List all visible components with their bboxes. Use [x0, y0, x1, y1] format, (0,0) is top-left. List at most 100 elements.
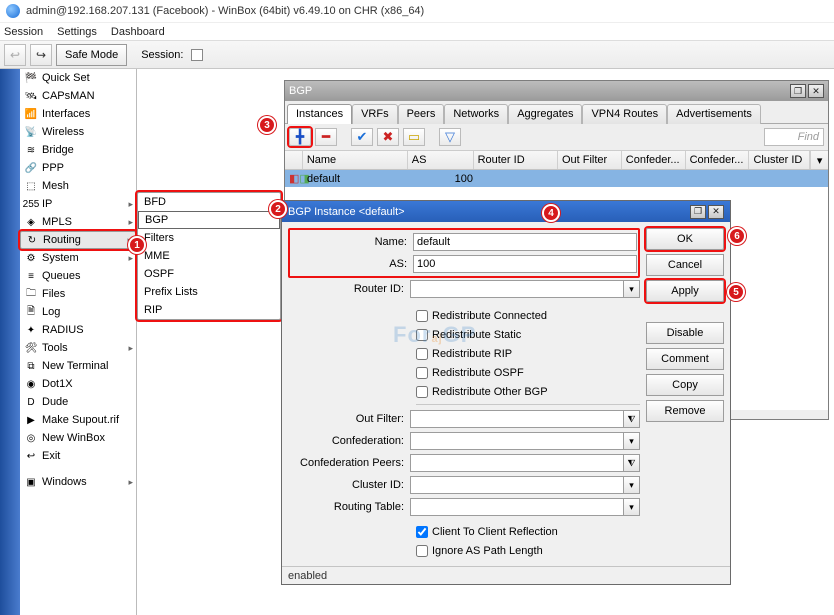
comment-button[interactable]: Comment [646, 348, 724, 370]
sidebar-item-new-terminal[interactable]: ⧉New Terminal [20, 357, 136, 375]
confederation-input[interactable] [410, 432, 624, 450]
sidebar-item-radius[interactable]: ✦RADIUS [20, 321, 136, 339]
copy-button[interactable]: Copy [646, 374, 724, 396]
filter-button[interactable]: ▽ [439, 128, 461, 146]
redistribute-checkbox[interactable] [416, 367, 428, 379]
comment-button[interactable]: ▭ [403, 128, 425, 146]
sidebar-item-mpls[interactable]: ◈MPLS▸ [20, 213, 136, 231]
cancel-button[interactable]: Cancel [646, 254, 724, 276]
bgp-instance-title-bar[interactable]: BGP Instance <default> ❐ ✕ [282, 201, 730, 222]
sidebar-item-mesh[interactable]: ⬚Mesh [20, 177, 136, 195]
column-header[interactable]: Name [303, 151, 408, 169]
ignore-as-path-checkbox[interactable] [416, 545, 428, 557]
grid-row-default[interactable]: ◧◨default100 [285, 170, 828, 187]
menu-session[interactable]: Session [4, 26, 43, 38]
sidebar-item-label: Make Supout.rif [42, 414, 119, 426]
menu-settings[interactable]: Settings [57, 26, 97, 38]
router-id-expand-icon[interactable]: ▾ [624, 280, 640, 298]
column-header[interactable]: Confeder... [686, 151, 750, 169]
remove-button[interactable]: ━ [315, 128, 337, 146]
disable-button[interactable]: ✖ [377, 128, 399, 146]
submenu-item-prefix lists[interactable]: Prefix Lists [138, 283, 280, 301]
grid-cell: 100 [410, 170, 477, 187]
routing-table-input[interactable] [410, 498, 624, 516]
confederation-peers-drop-icon[interactable]: ⧨ [624, 454, 640, 472]
session-checkbox[interactable] [191, 49, 203, 61]
column-header[interactable]: Router ID [474, 151, 558, 169]
column-header[interactable]: AS [408, 151, 474, 169]
routing-submenu: BFDBGPFiltersMMEOSPFPrefix ListsRIP [137, 192, 281, 320]
apply-button[interactable]: Apply [646, 280, 724, 302]
sidebar-item-files[interactable]: 🗀Files [20, 285, 136, 303]
sidebar-item-tools[interactable]: 🛠Tools▸ [20, 339, 136, 357]
submenu-item-bgp[interactable]: BGP [138, 211, 280, 229]
find-input[interactable]: Find [764, 128, 824, 146]
add-button[interactable]: ╋ [289, 128, 311, 146]
redo-button[interactable]: ↪ [30, 44, 52, 66]
bgp-instance-close-button[interactable]: ✕ [708, 205, 724, 219]
tab-peers[interactable]: Peers [398, 104, 445, 124]
sidebar-item-queues[interactable]: ≡Queues [20, 267, 136, 285]
sidebar-item-interfaces[interactable]: 📶Interfaces [20, 105, 136, 123]
confederation-expand-icon[interactable]: ▾ [624, 432, 640, 450]
menu-dashboard[interactable]: Dashboard [111, 26, 165, 38]
bgp-window-title-bar[interactable]: BGP ❐ ✕ [285, 81, 828, 101]
disable-button[interactable]: Disable [646, 322, 724, 344]
sidebar-item-ppp[interactable]: 🔗PPP [20, 159, 136, 177]
bgp-window-restore-button[interactable]: ❐ [790, 84, 806, 98]
tab-vrfs[interactable]: VRFs [352, 104, 398, 124]
ok-button[interactable]: OK [646, 228, 724, 250]
sidebar-item-system[interactable]: ⚙System▸ [20, 249, 136, 267]
sidebar-item-bridge[interactable]: ≋Bridge [20, 141, 136, 159]
column-header[interactable]: Confeder... [622, 151, 686, 169]
tab-vpn4-routes[interactable]: VPN4 Routes [582, 104, 667, 124]
redistribute-checkbox[interactable] [416, 310, 428, 322]
sidebar-item-routing[interactable]: ↻Routing▸ [20, 231, 136, 249]
safe-mode-button[interactable]: Safe Mode [56, 44, 127, 66]
sidebar-item-new-winbox[interactable]: ◎New WinBox [20, 429, 136, 447]
sidebar-icon: ⬚ [24, 179, 38, 193]
column-header[interactable]: Cluster ID [749, 151, 810, 169]
sidebar-item-make-supout.rif[interactable]: ▶Make Supout.rif [20, 411, 136, 429]
submenu-item-mme[interactable]: MME [138, 247, 280, 265]
cluster-id-input[interactable] [410, 476, 624, 494]
client-to-client-checkbox[interactable] [416, 526, 428, 538]
sidebar-item-ip[interactable]: 255IP▸ [20, 195, 136, 213]
confederation-peers-input[interactable] [410, 454, 624, 472]
redistribute-checkbox[interactable] [416, 348, 428, 360]
submenu-item-bfd[interactable]: BFD [138, 193, 280, 211]
bgp-window-close-button[interactable]: ✕ [808, 84, 824, 98]
undo-button[interactable]: ↩ [4, 44, 26, 66]
submenu-item-filters[interactable]: Filters [138, 229, 280, 247]
sidebar-item-dude[interactable]: DDude [20, 393, 136, 411]
out-filter-drop-icon[interactable]: ⧨ [624, 410, 640, 428]
redistribute-checkbox[interactable] [416, 329, 428, 341]
sidebar-item-dot1x[interactable]: ◉Dot1X [20, 375, 136, 393]
router-id-input[interactable] [410, 280, 624, 298]
submenu-item-rip[interactable]: RIP [138, 301, 280, 319]
redistribute-checkbox[interactable] [416, 386, 428, 398]
sidebar-item-exit[interactable]: ↩Exit [20, 447, 136, 465]
column-header[interactable]: Out Filter [558, 151, 622, 169]
submenu-item-ospf[interactable]: OSPF [138, 265, 280, 283]
routing-table-expand-icon[interactable]: ▾ [624, 498, 640, 516]
tab-networks[interactable]: Networks [444, 104, 508, 124]
sidebar-item-wireless[interactable]: 📡Wireless [20, 123, 136, 141]
enable-button[interactable]: ✔ [351, 128, 373, 146]
name-input[interactable] [413, 233, 637, 251]
sidebar-item-capsman[interactable]: 🛰CAPsMAN [20, 87, 136, 105]
cluster-id-expand-icon[interactable]: ▾ [624, 476, 640, 494]
sidebar-item-log[interactable]: 🗎Log [20, 303, 136, 321]
sidebar-item-label: CAPsMAN [42, 90, 95, 102]
tab-advertisements[interactable]: Advertisements [667, 104, 761, 124]
bgp-instance-restore-button[interactable]: ❐ [690, 205, 706, 219]
sidebar-item-quick-set[interactable]: 🏁Quick Set [20, 69, 136, 87]
as-input[interactable] [413, 255, 637, 273]
tab-aggregates[interactable]: Aggregates [508, 104, 582, 124]
tab-instances[interactable]: Instances [287, 104, 352, 124]
remove-dialog-button[interactable]: Remove [646, 400, 724, 422]
sidebar-item-windows[interactable]: ▣Windows▸ [20, 473, 136, 491]
column-menu-icon[interactable]: ▾ [810, 151, 828, 169]
out-filter-input[interactable] [410, 410, 624, 428]
confederation-label: Confederation: [288, 435, 410, 447]
